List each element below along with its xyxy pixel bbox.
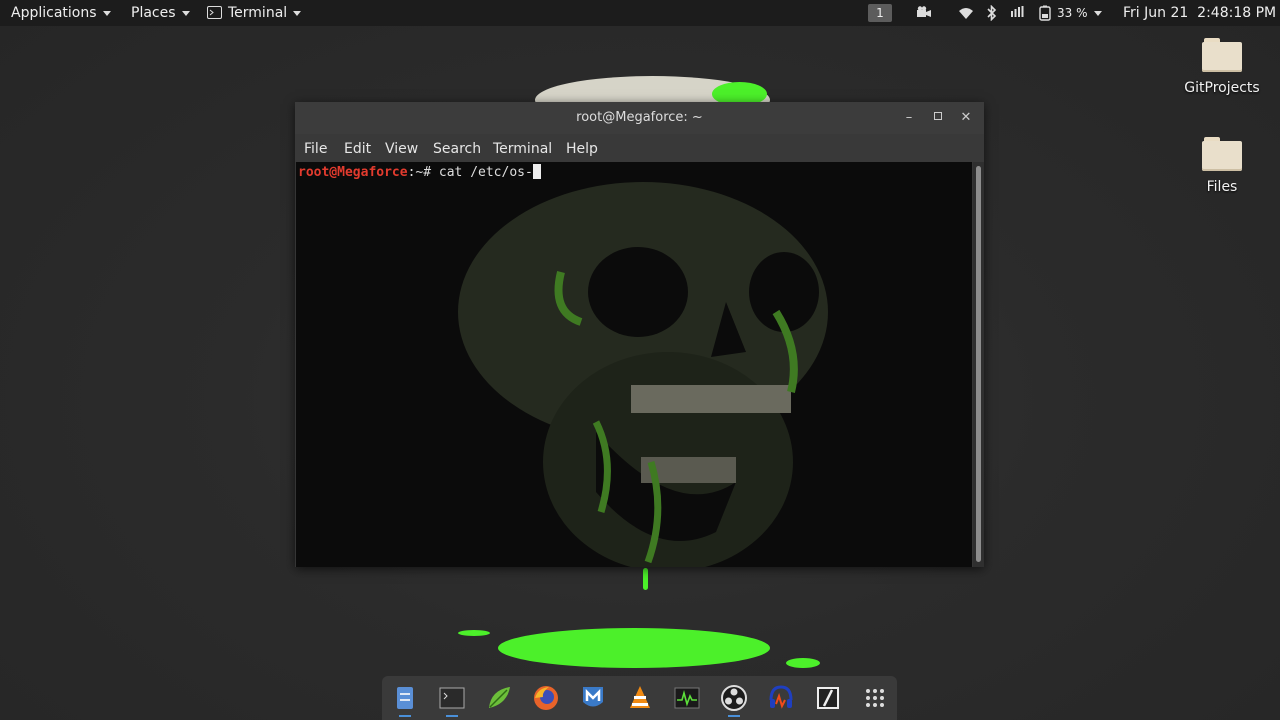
slime-drop-right [786,658,820,668]
battery-menu[interactable]: 33 % [1057,0,1102,26]
applications-label: Applications [11,5,97,21]
workspace-indicator[interactable]: 1 [868,4,892,22]
scrollbar-thumb[interactable] [976,166,981,562]
file-manager-icon [397,687,413,709]
terminal-app-menu[interactable]: Terminal [207,0,302,26]
wifi-icon[interactable] [958,5,974,21]
close-button[interactable]: ✕ [958,110,974,126]
window-menubar: File Edit View Search Terminal Help [295,134,984,162]
maximize-icon [934,112,942,120]
system-monitor-icon [674,687,700,709]
app-grid-icon [866,689,884,707]
prompt-symbol: # [423,165,432,180]
maximize-button[interactable] [930,110,946,126]
dock [382,676,897,720]
battery-icon[interactable] [1039,5,1051,21]
firefox-icon [534,686,558,710]
terminal-output[interactable]: root@Megaforce:~# cat /etc/os- [296,162,972,567]
folder-icon [1202,137,1242,171]
bluetooth-icon[interactable] [986,5,998,21]
menu-file[interactable]: File [304,134,327,162]
gedit-icon [489,687,510,708]
vlc-icon [630,686,650,708]
terminal-prompt-line: root@Megaforce:~# cat /etc/os- [298,164,541,180]
terminal-window[interactable]: root@Megaforce: ~ – ✕ File Edit View Sea… [295,102,984,567]
slime-drop-left [458,630,490,636]
terminal-icon [207,6,222,19]
terminal-command: cat /etc/os- [438,165,533,180]
audacity-icon [769,685,793,709]
dock-item-vlc[interactable] [626,684,654,712]
close-icon: ✕ [960,110,972,125]
slime-drip [643,568,648,590]
minimize-button[interactable]: – [901,110,917,126]
battery-percent: 33 % [1057,6,1088,20]
prompt-user: root@Megaforce [298,165,408,180]
desktop-icon-gitprojects[interactable]: GitProjects [1177,38,1267,96]
video-camera-icon[interactable] [916,5,932,21]
terminal-label: Terminal [228,5,288,21]
terminal-scrollbar[interactable] [973,162,984,567]
menu-view[interactable]: View [385,134,418,162]
chevron-down-icon [1093,11,1102,16]
minimize-icon: – [905,110,913,125]
volume-icon[interactable] [1010,5,1026,21]
text-cursor [532,164,541,179]
running-indicator [728,715,740,717]
metasploit-icon [583,687,603,707]
menu-terminal[interactable]: Terminal [493,134,552,162]
dock-item-firefox[interactable] [532,684,560,712]
menu-edit[interactable]: Edit [344,134,371,162]
desktop-icon-label: Files [1206,179,1238,195]
folder-icon [1202,38,1242,72]
slime-puddle [498,628,770,668]
menu-search[interactable]: Search [433,134,481,162]
dock-item-audacity[interactable] [767,684,795,712]
window-title: root@Megaforce: ~ [576,110,703,125]
desktop-icon-files[interactable]: Files [1177,137,1267,195]
dock-item-files[interactable] [391,684,419,717]
skull-background-image [458,182,828,567]
dock-item-obs[interactable] [720,684,748,717]
places-label: Places [131,5,176,21]
chevron-down-icon [181,10,190,16]
places-menu[interactable]: Places [131,0,190,26]
running-indicator [446,715,458,717]
top-panel: Applications Places Terminal 1 33 % Fri … [0,0,1280,26]
terminal-icon [439,687,465,709]
running-indicator [399,715,411,717]
window-titlebar[interactable]: root@Megaforce: ~ – ✕ [295,102,984,134]
prompt-path: :~ [407,165,424,180]
dock-item-gedit[interactable] [485,684,513,712]
dock-item-system-monitor[interactable] [673,684,701,712]
dock-item-terminal-writer[interactable] [814,684,842,712]
terminal-writer-icon [817,687,839,709]
menu-help[interactable]: Help [566,134,598,162]
dock-item-app-grid[interactable] [861,684,889,712]
obs-icon [721,685,747,711]
desktop-icon-label: GitProjects [1184,80,1260,96]
chevron-down-icon [293,10,302,16]
applications-menu[interactable]: Applications [11,0,111,26]
dock-item-metasploit[interactable] [579,684,607,712]
clock[interactable]: Fri Jun 21 2:48:18 PM [1123,0,1276,26]
chevron-down-icon [102,10,111,16]
dock-item-terminal[interactable] [438,684,466,717]
